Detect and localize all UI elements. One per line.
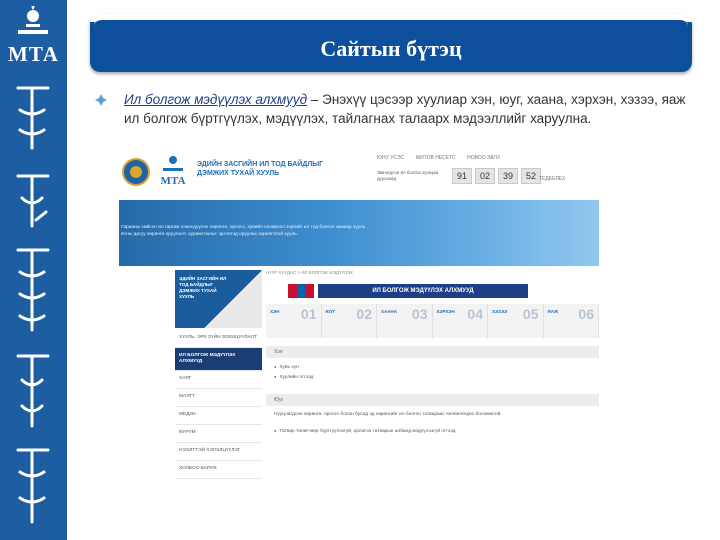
nav-item[interactable]: ХАЯГ bbox=[175, 371, 262, 389]
site-header: МТА ЭДИЙН ЗАСГИЙН ИЛ ТОД БАЙДЛЫГ ДЭМЖИХ … bbox=[119, 148, 599, 198]
step-tab[interactable]: ХААНА 03 bbox=[377, 304, 433, 338]
countdown-box: 02 bbox=[475, 168, 495, 184]
step-number: 03 bbox=[411, 306, 428, 322]
step-tabs: ХЭН 01 ЮУГ 02 ХААНА 03 ХЭРХЭН 04 ХЭЗЭЭ 05 ЯАЖ… bbox=[266, 304, 599, 338]
hero-text: Гарааны хийсэн ил гаргаж нэмэгдүүлэх хөр… bbox=[121, 225, 366, 237]
nav-item-active[interactable]: ИЛ БОЛГОЖ МЭДҮҮЛЭХ АЛХМУУД bbox=[175, 348, 262, 371]
step-number: 05 bbox=[522, 306, 539, 322]
brand-abbreviation: МТА bbox=[8, 42, 59, 66]
step-number: 06 bbox=[578, 306, 594, 322]
diamond-bullet-icon bbox=[95, 94, 107, 106]
flag-icon bbox=[288, 284, 315, 298]
countdown-box: 91 bbox=[452, 168, 472, 184]
step-tab[interactable]: ХЭЗЭЭ 05 bbox=[488, 304, 544, 338]
step-tab[interactable]: ЮУГ 02 bbox=[322, 304, 377, 338]
hero-banner: Гарааны хийсэн ил гаргаж нэмэгдүүлэх хөр… bbox=[119, 200, 599, 266]
countdown-box: 39 bbox=[498, 168, 518, 184]
section-text: Нууцлагдсан хөрөнгө, орлого болон бусад … bbox=[274, 412, 502, 417]
step-number: 04 bbox=[467, 306, 483, 322]
nav-item[interactable]: МАЯГТ bbox=[175, 389, 262, 407]
step-label: ХААНА bbox=[381, 309, 398, 314]
bullet-paragraph: Ил болгож мэдүүлэх алхмууд – Энэхүү цэсэ… bbox=[124, 90, 694, 128]
brand-band: МТА bbox=[0, 0, 67, 540]
nav-item[interactable]: ХУУЛЬ, ЭРХ ЗҮЙН ЗОХИЦУУЛАЛТ bbox=[175, 330, 262, 348]
step-tab[interactable]: ХЭН 01 bbox=[266, 304, 322, 338]
step-label: ЯАЖ bbox=[547, 309, 559, 314]
section-heading-what: Юуг bbox=[266, 394, 599, 406]
step-label: ХЭРХЭН bbox=[436, 309, 455, 314]
countdown-label: Эмнэгдсэн ил болгох хугацаа дуусахад bbox=[377, 170, 439, 181]
bullet-emphasis: Ил болгож мэдүүлэх алхмууд bbox=[124, 92, 308, 107]
breadcrumb[interactable]: НҮҮР ХУУДАС > ИЛ БОЛГОЖ МЭДҮҮЛЭХ bbox=[266, 270, 353, 275]
step-number: 02 bbox=[356, 306, 372, 322]
step-label: ЮУГ bbox=[325, 309, 336, 314]
site-name: ЭДИЙН ЗАСГИЙН ИЛ ТОД БАЙДЛЫГ ДЭМЖИХ ТУХА… bbox=[197, 161, 324, 177]
state-emblem-icon bbox=[122, 158, 150, 186]
slide-title: Сайтын бүтэц bbox=[320, 36, 462, 61]
step-label: ХЭЗЭЭ bbox=[492, 309, 508, 314]
nav-list: ХУУЛЬ, ЭРХ ЗҮЙН ЗОХИЦУУЛАЛТ ИЛ БОЛГОЖ МЭ… bbox=[175, 330, 262, 479]
nav-brand-block: ЭДИЙН ЗАСГИЙН ИЛ ТОД БАЙДЛЫГ ДЭМЖИХ ТУХА… bbox=[175, 270, 262, 328]
step-tab[interactable]: ХЭРХЭН 04 bbox=[433, 304, 488, 338]
mongolian-script-icon bbox=[16, 86, 50, 524]
top-link[interactable]: ЖИТОВ НЕСЕТС bbox=[416, 155, 456, 161]
nav-item[interactable]: МЕДИА bbox=[175, 407, 262, 425]
top-link[interactable]: ЮНУ УСЭС bbox=[377, 155, 404, 161]
top-links: ЮНУ УСЭС ЖИТОВ НЕСЕТС НОВОО ЗАГИ bbox=[377, 155, 510, 161]
section-ribbon: ИЛ БОЛГОЖ МЭДҮҮЛЭХ АЛХМУУД bbox=[318, 284, 528, 298]
list-item: Хуулийн этгээд bbox=[274, 374, 313, 380]
site-logo-icon: МТА bbox=[160, 156, 186, 187]
step-label: ХЭН bbox=[270, 309, 280, 314]
main-content: НҮҮР ХУУДАС > ИЛ БОЛГОЖ МЭДҮҮЛЭХ ИЛ БОЛГ… bbox=[264, 266, 599, 486]
slide-title-bar: Сайтын бүтэц bbox=[90, 14, 692, 74]
step-number: 01 bbox=[300, 306, 317, 322]
nav-item[interactable]: ХОЛБОО БАРИХ bbox=[175, 461, 262, 479]
svg-text:МТА: МТА bbox=[160, 175, 185, 187]
nav-brand-text: ЭДИЙН ЗАСГИЙН ИЛ ТОД БАЙДЛЫГ ДЭМЖИХ ТУХА… bbox=[179, 276, 227, 299]
countdown-extra: ТЕДЕЕЛЕХ bbox=[539, 176, 566, 182]
step-tab[interactable]: ЯАЖ 06 bbox=[544, 304, 599, 338]
nav-item[interactable]: НЭЭЛТТЭЙ ХЭЛЭЛЦҮҮЛЭГ bbox=[175, 443, 262, 461]
list-item: Хувь хүн bbox=[274, 364, 298, 370]
website-screenshot: МТА ЭДИЙН ЗАСГИЙН ИЛ ТОД БАЙДЛЫГ ДЭМЖИХ … bbox=[119, 148, 599, 486]
nav-item[interactable]: ФУРУМ bbox=[175, 425, 262, 443]
top-link[interactable]: НОВОО ЗАГИ bbox=[467, 155, 500, 161]
side-navigation: ЭДИЙН ЗАСГИЙН ИЛ ТОД БАЙДЛЫГ ДЭМЖИХ ТУХА… bbox=[119, 266, 262, 486]
list-item: Татвар төлөгчөөр бүртгүүлээгүй, орлогоо … bbox=[274, 428, 456, 434]
countdown-box: 52 bbox=[521, 168, 541, 184]
section-heading-who: Хэн bbox=[266, 346, 599, 358]
